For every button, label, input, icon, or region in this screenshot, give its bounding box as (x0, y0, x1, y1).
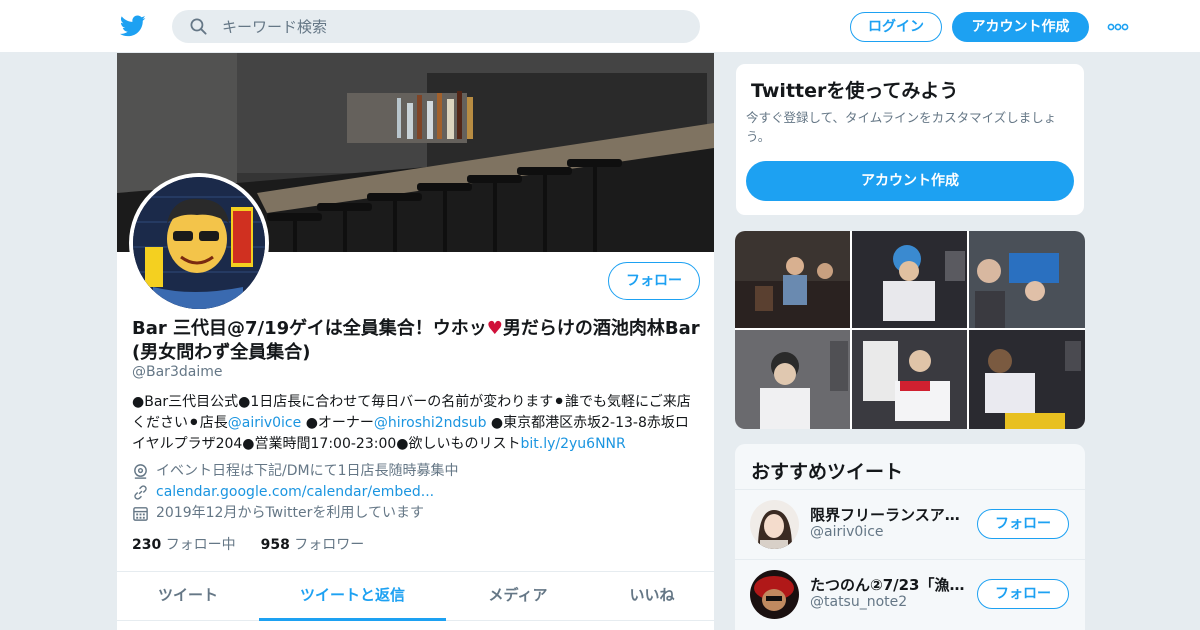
recommended-item[interactable]: たつのん②7/23「漁… @tatsu_note2 フォロー (735, 559, 1085, 627)
login-button[interactable]: ログイン (850, 12, 942, 42)
search-bar (172, 10, 700, 43)
profile-handle: @Bar3daime (132, 364, 223, 380)
recommended-handle: @airiv0ice (810, 524, 884, 540)
avatar[interactable] (750, 570, 799, 619)
signup-card-text: 今すぐ登録して、タイムラインをカスタマイズしましょう。 (746, 110, 1057, 144)
follow-button[interactable]: フォロー (608, 262, 700, 300)
tab-likes[interactable]: いいね (590, 572, 714, 621)
media-thumbnail[interactable] (852, 231, 967, 328)
profile-tabs: ツイート ツイートと返信 メディア いいね (117, 571, 714, 621)
signup-button[interactable]: アカウント作成 (952, 12, 1089, 42)
calendar-icon (133, 507, 148, 521)
followers-stat[interactable]: 958 フォロワー (261, 537, 365, 553)
profile-bio: ●Bar三代目公式●1日店長に合わせて毎日バーの名前が変わります⚫誰でも気軽にご… (132, 394, 691, 452)
follow-button[interactable]: フォロー (977, 579, 1069, 609)
signup-card: Twitterを使ってみよう 今すぐ登録して、タイムラインをカスタマイズしましょ… (735, 63, 1085, 216)
top-navigation-bar: ログイン アカウント作成 (0, 0, 1200, 53)
heart-emoji: ♥ (486, 318, 503, 339)
profile-column: フォロー Bar 三代目@7/19ゲイは全員集合！ウホッ♥男だらけの酒池肉林Ba… (116, 53, 715, 630)
location-pin-icon (134, 464, 147, 479)
media-gallery (735, 231, 1085, 429)
profile-avatar[interactable] (129, 173, 269, 313)
recommended-item[interactable]: 限界フリーランスア… @airiv0ice フォロー (735, 489, 1085, 557)
search-icon (190, 18, 207, 35)
recommended-name[interactable]: 限界フリーランスア… (810, 504, 970, 525)
search-input[interactable] (222, 10, 682, 43)
bio-link-airiv0ice[interactable]: @airiv0ice (228, 415, 302, 431)
tab-tweets[interactable]: ツイート (117, 572, 259, 621)
profile-url-link[interactable]: calendar.google.com/calendar/embed... (156, 484, 434, 500)
tab-media[interactable]: メディア (446, 572, 590, 621)
twitter-bird-icon[interactable] (120, 13, 146, 39)
media-thumbnail[interactable] (735, 330, 850, 429)
recommended-handle: @tatsu_note2 (810, 594, 908, 610)
following-stat[interactable]: 230 フォロー中 (132, 537, 236, 553)
profile-display-name: Bar 三代目@7/19ゲイは全員集合！ウホッ♥男だらけの酒池肉林Bar (男女… (132, 318, 700, 363)
bio-link-wishlist[interactable]: bit.ly/2yu6NNR (520, 436, 625, 452)
recommended-title: おすすめツイート (751, 461, 904, 483)
more-dots-icon[interactable] (1107, 20, 1129, 34)
profile-stats: 230 フォロー中 958 フォロワー (132, 534, 364, 554)
link-icon (134, 485, 147, 500)
follow-button[interactable]: フォロー (977, 509, 1069, 539)
tab-tweets-and-replies[interactable]: ツイートと返信 (259, 572, 446, 621)
media-thumbnail[interactable] (969, 330, 1085, 429)
signup-card-title: Twitterを使ってみよう (751, 80, 959, 102)
avatar[interactable] (750, 500, 799, 549)
recommended-panel: おすすめツイート 限界フリーランスア… @airiv0ice フォロー たつのん… (735, 444, 1085, 630)
signup-card-button[interactable]: アカウント作成 (746, 161, 1074, 201)
media-thumbnail[interactable] (969, 231, 1085, 328)
bio-link-hiroshi2ndsub[interactable]: @hiroshi2ndsub (374, 415, 487, 431)
media-thumbnail[interactable] (852, 330, 967, 429)
media-thumbnail[interactable] (735, 231, 850, 328)
recommended-name[interactable]: たつのん②7/23「漁… (810, 574, 970, 595)
